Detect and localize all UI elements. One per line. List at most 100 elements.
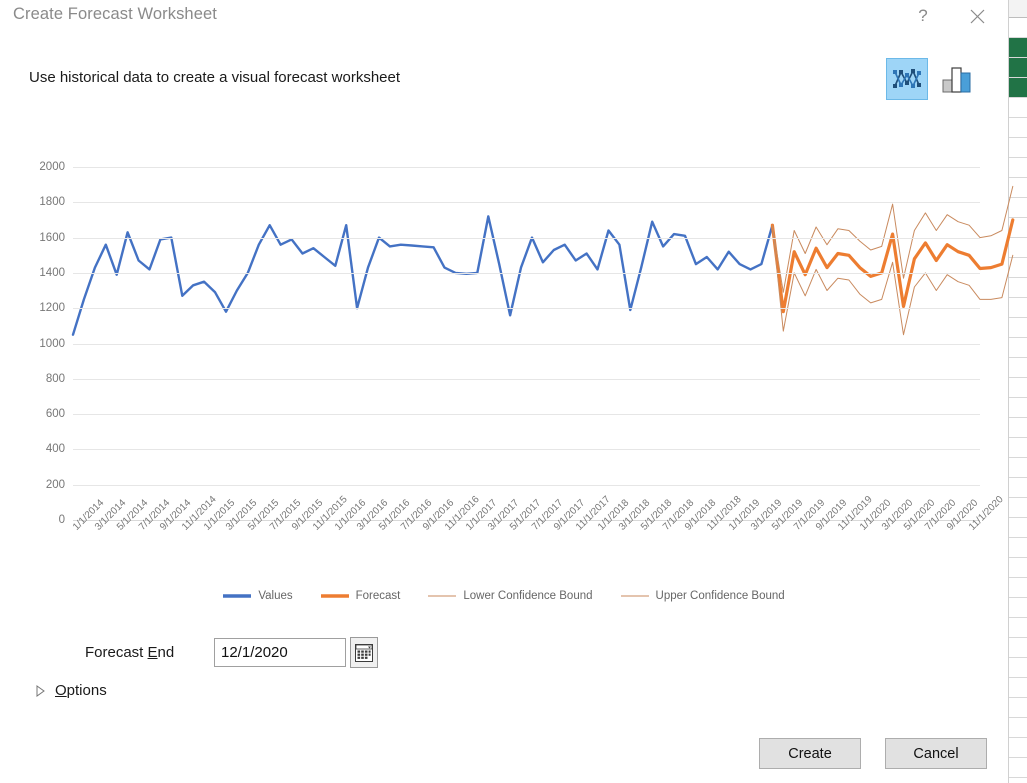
line-chart-type-button[interactable] (886, 58, 928, 100)
worksheet-cell (1009, 398, 1027, 418)
chart-y-tick-label: 600 (46, 408, 65, 420)
worksheet-cell (1009, 358, 1027, 378)
worksheet-cell (1009, 578, 1027, 598)
worksheet-cell (1009, 78, 1027, 98)
worksheet-cell (1009, 498, 1027, 518)
legend-item-values[interactable]: Values (223, 590, 292, 602)
column-chart-icon (941, 65, 973, 93)
worksheet-cell (1009, 378, 1027, 398)
chart-gridline (73, 449, 980, 450)
legend-item-forecast[interactable]: Forecast (321, 590, 401, 602)
worksheet-cell (1009, 518, 1027, 538)
worksheet-cell (1009, 158, 1027, 178)
chart-gridline (73, 202, 980, 203)
options-label-rest: ptions (67, 682, 107, 699)
chart-y-tick-label: 1000 (39, 338, 65, 350)
chart-gridline (73, 273, 980, 274)
chart-y-tick-label: 2000 (39, 161, 65, 173)
worksheet-cell (1009, 598, 1027, 618)
worksheet-cell (1009, 238, 1027, 258)
worksheet-cell (1009, 538, 1027, 558)
worksheet-cell (1009, 418, 1027, 438)
worksheet-cell (1009, 178, 1027, 198)
worksheet-cell (1009, 298, 1027, 318)
worksheet-cell (1009, 38, 1027, 58)
chart-gridline (73, 485, 980, 486)
chart-y-tick-label: 1200 (39, 302, 65, 314)
forecast-chart: 0200400600800100012001400160018002000 1/… (0, 110, 1008, 620)
worksheet-cell (1009, 478, 1027, 498)
options-expander[interactable]: Options (36, 682, 107, 699)
create-button[interactable]: Create (759, 738, 861, 769)
worksheet-cell (1009, 698, 1027, 718)
chart-series-line (73, 216, 772, 334)
chart-y-tick-label: 0 (59, 514, 65, 526)
chart-y-tick-label: 1600 (39, 232, 65, 244)
worksheet-cell (1009, 18, 1027, 38)
legend-item-lower-confidence-bound[interactable]: Lower Confidence Bound (428, 590, 592, 602)
worksheet-cell (1009, 658, 1027, 678)
forecast-end-label: Forecast End (85, 644, 174, 661)
dialog-title: Create Forecast Worksheet (13, 5, 217, 24)
legend-label-lower-bound: Lower Confidence Bound (463, 590, 592, 602)
worksheet-cell (1009, 638, 1027, 658)
cancel-button[interactable]: Cancel (885, 738, 987, 769)
chart-plot-area: 0200400600800100012001400160018002000 (73, 167, 980, 520)
worksheet-cell (1009, 758, 1027, 778)
close-button[interactable] (954, 0, 1000, 32)
worksheet-cell (1009, 98, 1027, 118)
chart-gridline (73, 167, 980, 168)
calendar-icon (355, 644, 373, 662)
legend-swatch-upper-bound (621, 591, 649, 601)
chart-gridline (73, 414, 980, 415)
forecast-end-input[interactable] (214, 638, 346, 667)
worksheet-cell (1009, 198, 1027, 218)
forecast-end-label-accel: E (148, 644, 158, 661)
legend-label-upper-bound: Upper Confidence Bound (656, 590, 785, 602)
legend-item-upper-confidence-bound[interactable]: Upper Confidence Bound (621, 590, 785, 602)
close-icon (970, 9, 985, 24)
line-chart-icon (892, 66, 922, 92)
chart-y-tick-label: 800 (46, 373, 65, 385)
legend-swatch-lower-bound (428, 591, 456, 601)
forecast-end-label-rest: nd (158, 644, 175, 661)
chart-legend: Values Forecast Lower Confidence Bound U… (0, 590, 1008, 602)
forecast-end-label-text: Forecast (85, 644, 148, 661)
worksheet-cell (1009, 338, 1027, 358)
chart-y-tick-label: 1800 (39, 196, 65, 208)
legend-swatch-values (223, 591, 251, 601)
worksheet-cell (1009, 58, 1027, 78)
worksheet-cell (1009, 618, 1027, 638)
chart-x-axis-labels: 1/1/20143/1/20145/1/20147/1/20149/1/2014… (73, 525, 980, 600)
worksheet-cell (1009, 318, 1027, 338)
worksheet-cell (1009, 738, 1027, 758)
chart-type-toggle-group (878, 58, 978, 100)
options-label-accel: O (55, 682, 67, 699)
chart-y-tick-label: 1400 (39, 267, 65, 279)
create-forecast-worksheet-dialog: Create Forecast Worksheet ? Use historic… (0, 0, 1008, 783)
chart-y-tick-label: 400 (46, 443, 65, 455)
help-button[interactable]: ? (900, 0, 946, 32)
legend-swatch-forecast (321, 591, 349, 601)
chart-gridline (73, 379, 980, 380)
options-label: Options (55, 682, 107, 699)
worksheet-cell (1009, 458, 1027, 478)
chart-gridline (73, 344, 980, 345)
dialog-subtitle: Use historical data to create a visual f… (29, 69, 400, 86)
chart-gridline (73, 308, 980, 309)
dialog-titlebar: Create Forecast Worksheet ? (0, 0, 1008, 32)
column-header (1009, 0, 1027, 18)
legend-label-forecast: Forecast (356, 590, 401, 602)
worksheet-cell (1009, 438, 1027, 458)
worksheet-cell (1009, 138, 1027, 158)
excel-worksheet-strip (1008, 0, 1027, 783)
chart-y-tick-label: 200 (46, 479, 65, 491)
chart-gridline (73, 238, 980, 239)
worksheet-cell (1009, 278, 1027, 298)
worksheet-cell (1009, 718, 1027, 738)
date-picker-button[interactable] (350, 637, 378, 668)
legend-label-values: Values (258, 590, 292, 602)
column-chart-type-button[interactable] (936, 58, 978, 100)
help-icon: ? (918, 6, 927, 26)
worksheet-cell (1009, 678, 1027, 698)
